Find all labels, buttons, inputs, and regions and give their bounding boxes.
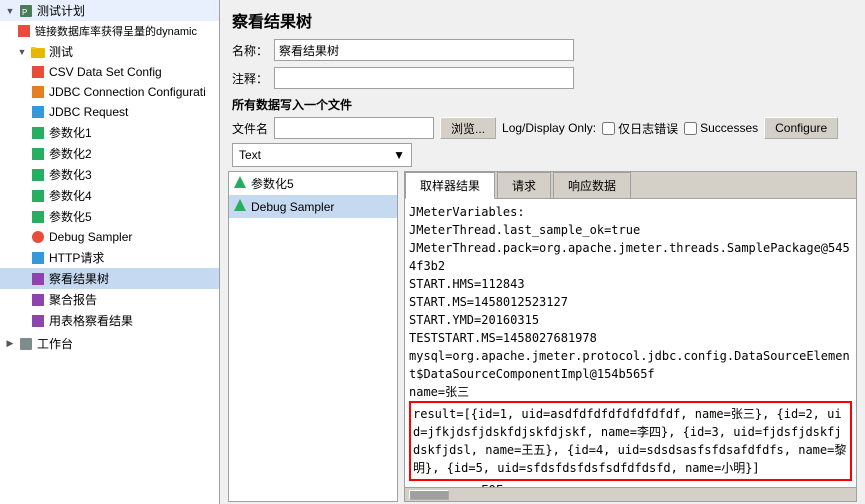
tab-response[interactable]: 响应数据 bbox=[553, 172, 631, 198]
section-label: 所有数据写入一个文件 bbox=[220, 92, 865, 115]
tabs-row: 取样器结果 请求 响应数据 bbox=[405, 172, 856, 199]
sidebar-item-label: 测试计划 bbox=[37, 2, 85, 19]
sidebar-item-test[interactable]: ▼ 测试 bbox=[0, 41, 219, 62]
name-input[interactable] bbox=[274, 39, 574, 61]
sidebar-item-jdbc-req[interactable]: JDBC Request bbox=[0, 102, 219, 122]
panel-title: 察看结果树 bbox=[220, 0, 865, 36]
aggregate-icon bbox=[30, 292, 46, 308]
errors-label: 仅日志错误 bbox=[618, 120, 678, 137]
result-text-pre: JMeterVariables: JMeterThread.last_sampl… bbox=[409, 203, 852, 487]
right-panel: 察看结果树 名称： 注释： 所有数据写入一个文件 文件名 浏览... Log/D… bbox=[220, 0, 865, 504]
sidebar-item-label: JDBC Request bbox=[49, 105, 128, 119]
sidebar-item-label: Debug Sampler bbox=[49, 230, 132, 244]
file-input[interactable] bbox=[274, 117, 434, 139]
content-tree-item-label: Debug Sampler bbox=[251, 200, 334, 214]
expand-arrow-test: ▼ bbox=[16, 46, 28, 58]
tab-sampler-result[interactable]: 取样器结果 bbox=[405, 172, 495, 199]
result-area: 取样器结果 请求 响应数据 JMeterVariables: JMeterThr… bbox=[404, 171, 857, 502]
sidebar-item-jdbc[interactable]: JDBC Connection Configurati bbox=[0, 82, 219, 102]
param5-tree-icon bbox=[233, 175, 247, 192]
sidebar-item-label: 参数化3 bbox=[49, 166, 92, 183]
sidebar-item-label: 参数化5 bbox=[49, 208, 92, 225]
csv-icon bbox=[30, 64, 46, 80]
table-result-icon bbox=[30, 313, 46, 329]
sidebar-item-workbench[interactable]: ▶ 工作台 bbox=[0, 333, 219, 354]
sidebar-item-label: CSV Data Set Config bbox=[49, 65, 162, 79]
debug-icon bbox=[30, 229, 46, 245]
content-tree: 参数化5 Debug Sampler bbox=[228, 171, 398, 502]
name-row: 名称： bbox=[220, 36, 865, 64]
workbench-icon bbox=[18, 336, 34, 352]
param1-icon bbox=[30, 125, 46, 141]
sidebar-item-param2[interactable]: 参数化2 bbox=[0, 143, 219, 164]
svg-text:P: P bbox=[22, 8, 27, 17]
result-highlight: result=[{id=1, uid=asdfdfdfdfdfdfdfdf, n… bbox=[409, 401, 852, 481]
browse-button[interactable]: 浏览... bbox=[440, 117, 496, 139]
sidebar-item-table-result[interactable]: 用表格察看结果 bbox=[0, 310, 219, 331]
sidebar-item-param4[interactable]: 参数化4 bbox=[0, 185, 219, 206]
sidebar-item-label: 参数化2 bbox=[49, 145, 92, 162]
sidebar-item-label: 链接数据库率获得呈量的dynamic bbox=[35, 23, 197, 39]
file-label: 文件名 bbox=[232, 120, 268, 137]
sidebar-item-label: 察看结果树 bbox=[49, 270, 109, 287]
successes-checkbox-label[interactable]: Successes bbox=[684, 121, 758, 135]
sidebar-item-param5[interactable]: 参数化5 bbox=[0, 206, 219, 227]
sidebar-item-label: JDBC Connection Configurati bbox=[49, 85, 206, 99]
content-tree-item-param5[interactable]: 参数化5 bbox=[229, 172, 397, 195]
sidebar-item-debug[interactable]: Debug Sampler bbox=[0, 227, 219, 247]
file-row: 文件名 浏览... Log/Display Only: 仅日志错误 Succes… bbox=[220, 115, 865, 141]
sampler-icon bbox=[16, 23, 32, 39]
jdbc-req-icon bbox=[30, 104, 46, 120]
sidebar-item-http[interactable]: HTTP请求 bbox=[0, 247, 219, 268]
folder-icon bbox=[30, 44, 46, 60]
sidebar-item-label: 参数化1 bbox=[49, 124, 92, 141]
sidebar-item-label: 工作台 bbox=[37, 335, 73, 352]
sidebar-item-param3[interactable]: 参数化3 bbox=[0, 164, 219, 185]
name-label: 名称： bbox=[232, 42, 268, 59]
errors-checkbox[interactable] bbox=[602, 122, 615, 135]
sidebar-item-link-sampler[interactable]: 链接数据库率获得呈量的dynamic bbox=[0, 21, 219, 41]
result-content[interactable]: JMeterVariables: JMeterThread.last_sampl… bbox=[405, 199, 856, 487]
configure-button[interactable]: Configure bbox=[764, 117, 838, 139]
successes-label: Successes bbox=[700, 121, 758, 135]
param4-icon bbox=[30, 188, 46, 204]
sidebar-item-label: 参数化4 bbox=[49, 187, 92, 204]
comment-row: 注释： bbox=[220, 64, 865, 92]
sidebar-item-label: HTTP请求 bbox=[49, 249, 104, 266]
tab-request[interactable]: 请求 bbox=[497, 172, 551, 198]
sidebar-item-aggregate[interactable]: 聚合报告 bbox=[0, 289, 219, 310]
param2-icon bbox=[30, 146, 46, 162]
sidebar-item-label: 测试 bbox=[49, 43, 73, 60]
sidebar-item-csv[interactable]: CSV Data Set Config bbox=[0, 62, 219, 82]
toolbar-row: Text ▼ bbox=[220, 141, 865, 169]
errors-checkbox-label[interactable]: 仅日志错误 bbox=[602, 120, 678, 137]
successes-checkbox[interactable] bbox=[684, 122, 697, 135]
content-tree-item-debug[interactable]: Debug Sampler bbox=[229, 195, 397, 218]
expand-arrow-plan: ▼ bbox=[4, 5, 16, 17]
log-display-label: Log/Display Only: bbox=[502, 121, 596, 135]
horizontal-scrollbar[interactable] bbox=[405, 487, 856, 501]
text-dropdown-label: Text bbox=[239, 148, 261, 162]
sidebar-item-result-tree[interactable]: 察看结果树 bbox=[0, 268, 219, 289]
comment-input[interactable] bbox=[274, 67, 574, 89]
text-dropdown[interactable]: Text ▼ bbox=[232, 143, 412, 167]
comment-label: 注释： bbox=[232, 70, 268, 87]
expand-arrow-workbench: ▶ bbox=[4, 338, 16, 350]
param3-icon bbox=[30, 167, 46, 183]
debug-tree-icon bbox=[233, 198, 247, 215]
dropdown-arrow-icon: ▼ bbox=[393, 148, 405, 162]
param5-icon bbox=[30, 209, 46, 225]
sidebar-item-test-plan[interactable]: ▼ P 测试计划 bbox=[0, 0, 219, 21]
content-area: 参数化5 Debug Sampler 取样器结果 请求 响应数据 J bbox=[220, 169, 865, 504]
plan-icon: P bbox=[18, 3, 34, 19]
sidebar-item-label: 聚合报告 bbox=[49, 291, 97, 308]
jdbc-icon bbox=[30, 84, 46, 100]
left-panel: ▼ P 测试计划 链接数据库率获得呈量的dynamic ▼ 测试 CSV Dat… bbox=[0, 0, 220, 504]
result-tree-icon bbox=[30, 271, 46, 287]
sidebar-item-label: 用表格察看结果 bbox=[49, 312, 133, 329]
sidebar-item-param1[interactable]: 参数化1 bbox=[0, 122, 219, 143]
http-icon bbox=[30, 250, 46, 266]
content-tree-item-label: 参数化5 bbox=[251, 175, 294, 192]
